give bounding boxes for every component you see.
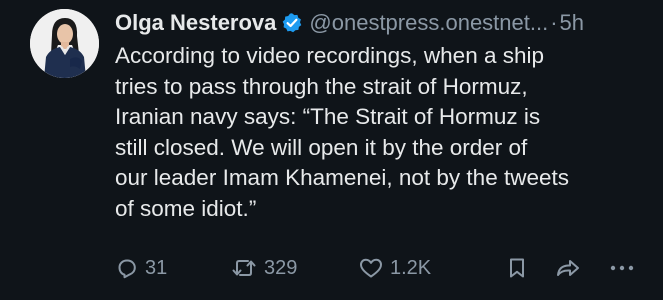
repost-count: 329 xyxy=(264,256,298,279)
reply-icon xyxy=(115,256,139,280)
heart-icon xyxy=(358,256,384,280)
more-icon xyxy=(608,256,636,280)
more-button[interactable] xyxy=(608,252,636,284)
avatar-photo xyxy=(30,9,99,78)
separator-dot: · xyxy=(550,10,558,35)
reply-button[interactable]: 31 xyxy=(115,252,167,284)
post-text: According to video recordings, when a sh… xyxy=(115,43,569,221)
like-count: 1.2K xyxy=(390,256,432,279)
like-button[interactable]: 1.2K xyxy=(358,252,431,284)
share-icon xyxy=(554,256,582,280)
verified-badge-icon xyxy=(281,12,303,34)
author-handle[interactable]: @onestpress.onestnet... xyxy=(309,8,548,38)
share-button[interactable] xyxy=(554,252,582,284)
post-timestamp[interactable]: 5h xyxy=(560,8,584,38)
author-name[interactable]: Olga Nesterova xyxy=(115,8,276,38)
post-content: Olga Nesterova @onestpress.onestnet... ·… xyxy=(115,8,655,224)
avatar[interactable] xyxy=(30,9,99,78)
post-actions: 31 329 1.2K xyxy=(115,252,645,284)
reply-count: 31 xyxy=(145,256,168,279)
post-header: Olga Nesterova @onestpress.onestnet... ·… xyxy=(115,8,655,38)
repost-icon xyxy=(230,256,258,280)
bookmark-icon xyxy=(505,256,529,280)
repost-button[interactable]: 329 xyxy=(230,252,297,284)
bookmark-button[interactable] xyxy=(505,252,529,284)
